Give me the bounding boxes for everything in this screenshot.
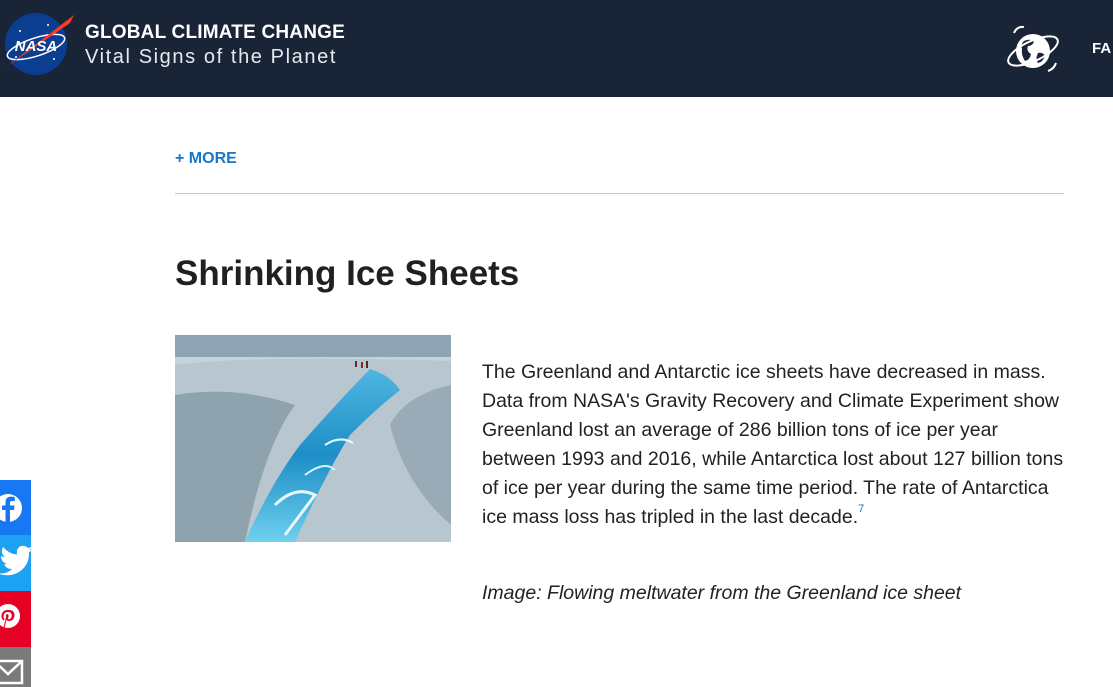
divider [175,193,1064,194]
facebook-icon [0,494,22,524]
meltwater-photo [175,335,451,542]
section-body: The Greenland and Antarctic ice sheets h… [482,358,1067,532]
facebook-share-button[interactable] [0,480,31,536]
footnote-link[interactable]: 7 [858,503,864,515]
pinterest-share-button[interactable] [0,591,31,647]
twitter-share-button[interactable] [0,535,31,591]
site-subtitle: Vital Signs of the Planet [85,46,337,68]
nav-item-partial[interactable]: FA [1092,40,1111,57]
globe-icon[interactable] [1004,23,1062,77]
more-link[interactable]: + MORE [175,150,237,168]
nasa-logo[interactable]: NASA [0,11,76,77]
section-title: Shrinking Ice Sheets [175,254,520,293]
site-title[interactable]: GLOBAL CLIMATE CHANGE [85,22,345,44]
section-body-text: The Greenland and Antarctic ice sheets h… [482,361,1064,528]
svg-text:NASA: NASA [15,38,58,55]
site-header: NASA GLOBAL CLIMATE CHANGE Vital Signs o… [0,0,1113,97]
email-icon [0,659,24,685]
email-share-button[interactable] [0,647,31,687]
twitter-icon [0,545,31,576]
image-caption: Image: Flowing meltwater from the Greenl… [482,582,962,604]
pinterest-icon [0,604,20,628]
